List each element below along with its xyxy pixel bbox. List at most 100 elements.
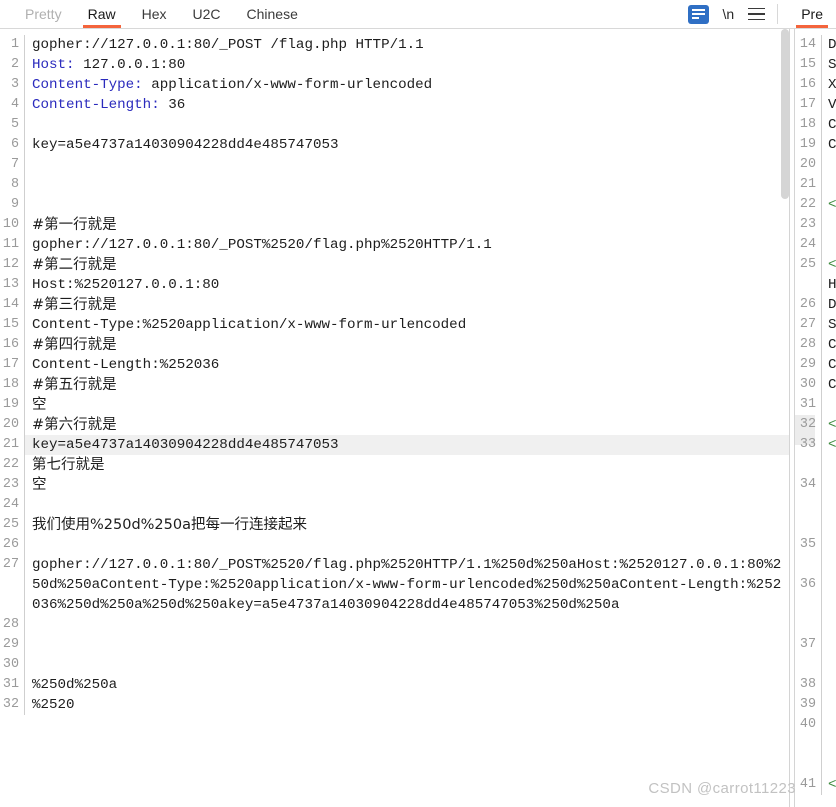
- response-line[interactable]: 40: [795, 715, 836, 735]
- response-line[interactable]: 21: [795, 175, 836, 195]
- tab-pretty[interactable]: Pretty: [12, 0, 75, 28]
- response-line[interactable]: 34: [795, 475, 836, 495]
- response-line[interactable]: [795, 755, 836, 775]
- code-line[interactable]: 25 我们使用%250d%250a把每一行连接起来: [0, 515, 789, 535]
- response-line[interactable]: 39: [795, 695, 836, 715]
- code-line[interactable]: 17 Content-Length:%252036: [0, 355, 789, 375]
- response-line[interactable]: [795, 655, 836, 675]
- response-line[interactable]: 41 <: [795, 775, 836, 795]
- response-line[interactable]: 31: [795, 395, 836, 415]
- request-editor[interactable]: 1 gopher://127.0.0.1:80/_POST /flag.php H…: [0, 29, 789, 807]
- response-line[interactable]: 24: [795, 235, 836, 255]
- response-line[interactable]: 17 V: [795, 95, 836, 115]
- code-line[interactable]: 21 key=a5e4737a14030904228dd4e485747053: [0, 435, 789, 455]
- header-name: Content-Type:: [32, 77, 143, 93]
- response-line[interactable]: [795, 735, 836, 755]
- code-line[interactable]: 9: [0, 195, 789, 215]
- response-line-number: 38: [799, 677, 816, 692]
- response-editor[interactable]: 14 D 15 S 16 X 17 V 18 C 19 C 20 21 22 <23 24 25 < H 26 D 27 S 2…: [795, 29, 836, 807]
- response-line-text: [821, 215, 836, 235]
- code-line[interactable]: 32 %2520: [0, 695, 789, 715]
- code-line[interactable]: 28: [0, 615, 789, 635]
- code-line[interactable]: 15 Content-Type:%2520application/x-www-fo…: [0, 315, 789, 335]
- code-line[interactable]: 3 Content-Type: application/x-www-form-ur…: [0, 75, 789, 95]
- code-line[interactable]: 2 Host: 127.0.0.1:80: [0, 55, 789, 75]
- code-line[interactable]: 18 #第五行就是: [0, 375, 789, 395]
- response-line[interactable]: 27 S: [795, 315, 836, 335]
- tab-raw[interactable]: Raw: [75, 0, 129, 28]
- code-line[interactable]: 7: [0, 155, 789, 175]
- code-line[interactable]: 11 gopher://127.0.0.1:80/_POST%2520/flag.…: [0, 235, 789, 255]
- code-line[interactable]: 14 #第三行就是: [0, 295, 789, 315]
- code-line[interactable]: 30: [0, 655, 789, 675]
- response-line[interactable]: 38: [795, 675, 836, 695]
- response-line[interactable]: [795, 455, 836, 475]
- tab-chinese[interactable]: Chinese: [234, 0, 311, 28]
- tab-hex[interactable]: Hex: [129, 0, 180, 28]
- line-text: [24, 195, 789, 215]
- response-line[interactable]: 30 C: [795, 375, 836, 395]
- response-line[interactable]: 33 <: [795, 435, 836, 455]
- response-line[interactable]: 15 S: [795, 55, 836, 75]
- response-line[interactable]: H: [795, 275, 836, 295]
- response-line-text: D: [821, 295, 836, 315]
- code-line[interactable]: 4 Content-Length: 36: [0, 95, 789, 115]
- response-line[interactable]: 22 <: [795, 195, 836, 215]
- line-text: %250d%250a: [24, 675, 789, 695]
- code-line[interactable]: 26: [0, 535, 789, 555]
- code-line[interactable]: 5: [0, 115, 789, 135]
- code-line[interactable]: 8: [0, 175, 789, 195]
- line-text: key=a5e4737a14030904228dd4e485747053: [24, 435, 789, 455]
- response-line[interactable]: 14 D: [795, 35, 836, 55]
- code-line[interactable]: 27 gopher://127.0.0.1:80/_POST%2520/flag.…: [0, 555, 789, 615]
- response-line[interactable]: 36: [795, 575, 836, 595]
- newline-toggle-button[interactable]: \n: [723, 6, 735, 22]
- code-line[interactable]: 20 #第六行就是: [0, 415, 789, 435]
- code-line[interactable]: 29: [0, 635, 789, 655]
- response-line[interactable]: 18 C: [795, 115, 836, 135]
- line-number: 21: [2, 437, 19, 452]
- tab-u2c[interactable]: U2C: [180, 0, 234, 28]
- html-tag-fragment: <: [828, 437, 836, 453]
- response-line[interactable]: 23: [795, 215, 836, 235]
- response-line[interactable]: 20: [795, 155, 836, 175]
- response-line-text: [821, 635, 836, 655]
- response-line[interactable]: 19 C: [795, 135, 836, 155]
- response-line[interactable]: [795, 615, 836, 635]
- response-line[interactable]: 28 C: [795, 335, 836, 355]
- tab-pretty-response[interactable]: Pre: [788, 0, 836, 28]
- code-line[interactable]: 12 #第二行就是: [0, 255, 789, 275]
- tab-chinese-label: Chinese: [246, 6, 298, 22]
- response-line[interactable]: 26 D: [795, 295, 836, 315]
- request-scrollbar[interactable]: [781, 29, 789, 807]
- line-text: #第二行就是: [24, 255, 789, 275]
- code-line[interactable]: 23 空: [0, 475, 789, 495]
- response-line[interactable]: 37: [795, 635, 836, 655]
- code-line[interactable]: 6 key=a5e4737a14030904228dd4e485747053: [0, 135, 789, 155]
- code-line[interactable]: 10 #第一行就是: [0, 215, 789, 235]
- hamburger-menu-icon[interactable]: [748, 7, 766, 21]
- response-line-text: [821, 575, 836, 595]
- line-text: Content-Length:%252036: [24, 355, 789, 375]
- code-line[interactable]: 13 Host:%2520127.0.0.1:80: [0, 275, 789, 295]
- html-tag-fragment: <: [828, 417, 836, 433]
- response-line[interactable]: 29 C: [795, 355, 836, 375]
- code-line[interactable]: 1 gopher://127.0.0.1:80/_POST /flag.php H…: [0, 35, 789, 55]
- request-scrollbar-thumb[interactable]: [781, 29, 789, 199]
- response-line[interactable]: [795, 555, 836, 575]
- response-line-text: [821, 175, 836, 195]
- code-line[interactable]: 16 #第四行就是: [0, 335, 789, 355]
- response-line[interactable]: [795, 495, 836, 515]
- response-line[interactable]: [795, 595, 836, 615]
- response-line[interactable]: 16 X: [795, 75, 836, 95]
- response-line[interactable]: 32 <: [795, 415, 836, 435]
- code-line[interactable]: 24: [0, 495, 789, 515]
- response-line-text: [821, 715, 836, 735]
- code-line[interactable]: 22 第七行就是: [0, 455, 789, 475]
- response-line[interactable]: [795, 515, 836, 535]
- code-line[interactable]: 19 空: [0, 395, 789, 415]
- response-line[interactable]: 35: [795, 535, 836, 555]
- code-line[interactable]: 31 %250d%250a: [0, 675, 789, 695]
- response-line[interactable]: 25 <: [795, 255, 836, 275]
- word-wrap-button[interactable]: [687, 4, 709, 24]
